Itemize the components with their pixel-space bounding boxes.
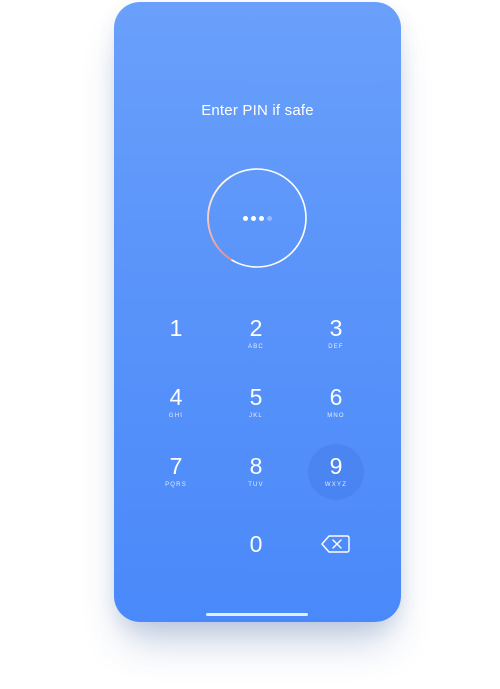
key-digit: 4: [169, 384, 183, 410]
key-5[interactable]: 5 JKL: [228, 375, 284, 431]
key-letters: MNO: [327, 413, 345, 419]
backspace-icon: [321, 535, 350, 553]
key-digit: 0: [249, 531, 263, 557]
backspace-button[interactable]: [320, 529, 352, 559]
phone-screen: Enter PIN if safe 1 2 ABC 3 DEF 4 GHI 5: [114, 2, 401, 622]
key-7[interactable]: 7 PQRS: [148, 444, 204, 500]
key-4[interactable]: 4 GHI: [148, 375, 204, 431]
key-letters: ABC: [248, 344, 264, 350]
key-2[interactable]: 2 ABC: [228, 306, 284, 362]
key-digit: 9: [329, 453, 343, 479]
pin-dots: [205, 166, 309, 270]
key-0[interactable]: 0: [228, 516, 284, 572]
pin-prompt: Enter PIN if safe: [201, 102, 314, 119]
key-1[interactable]: 1: [148, 306, 204, 362]
key-digit: 5: [249, 384, 263, 410]
pin-dot-filled: [258, 215, 264, 221]
key-letters: WXYZ: [324, 482, 348, 488]
key-letters: JKL: [249, 413, 263, 419]
key-digit: 1: [169, 315, 183, 341]
key-digit: 8: [249, 453, 263, 479]
pin-dot-filled: [242, 215, 248, 221]
key-digit: 2: [249, 315, 263, 341]
key-letters: DEF: [328, 344, 344, 350]
key-3[interactable]: 3 DEF: [308, 306, 364, 362]
key-6[interactable]: 6 MNO: [308, 375, 364, 431]
key-letters: TUV: [248, 482, 264, 488]
key-digit: 6: [329, 384, 343, 410]
key-9[interactable]: 9 WXYZ: [308, 444, 364, 500]
home-indicator[interactable]: [206, 613, 308, 616]
pin-dot-empty: [266, 215, 272, 221]
key-letters: GHI: [168, 413, 184, 419]
key-letters: PQRS: [165, 482, 187, 488]
key-digit: 3: [329, 315, 343, 341]
key-8[interactable]: 8 TUV: [228, 444, 284, 500]
key-digit: 7: [169, 453, 183, 479]
pin-dot-filled: [250, 215, 256, 221]
